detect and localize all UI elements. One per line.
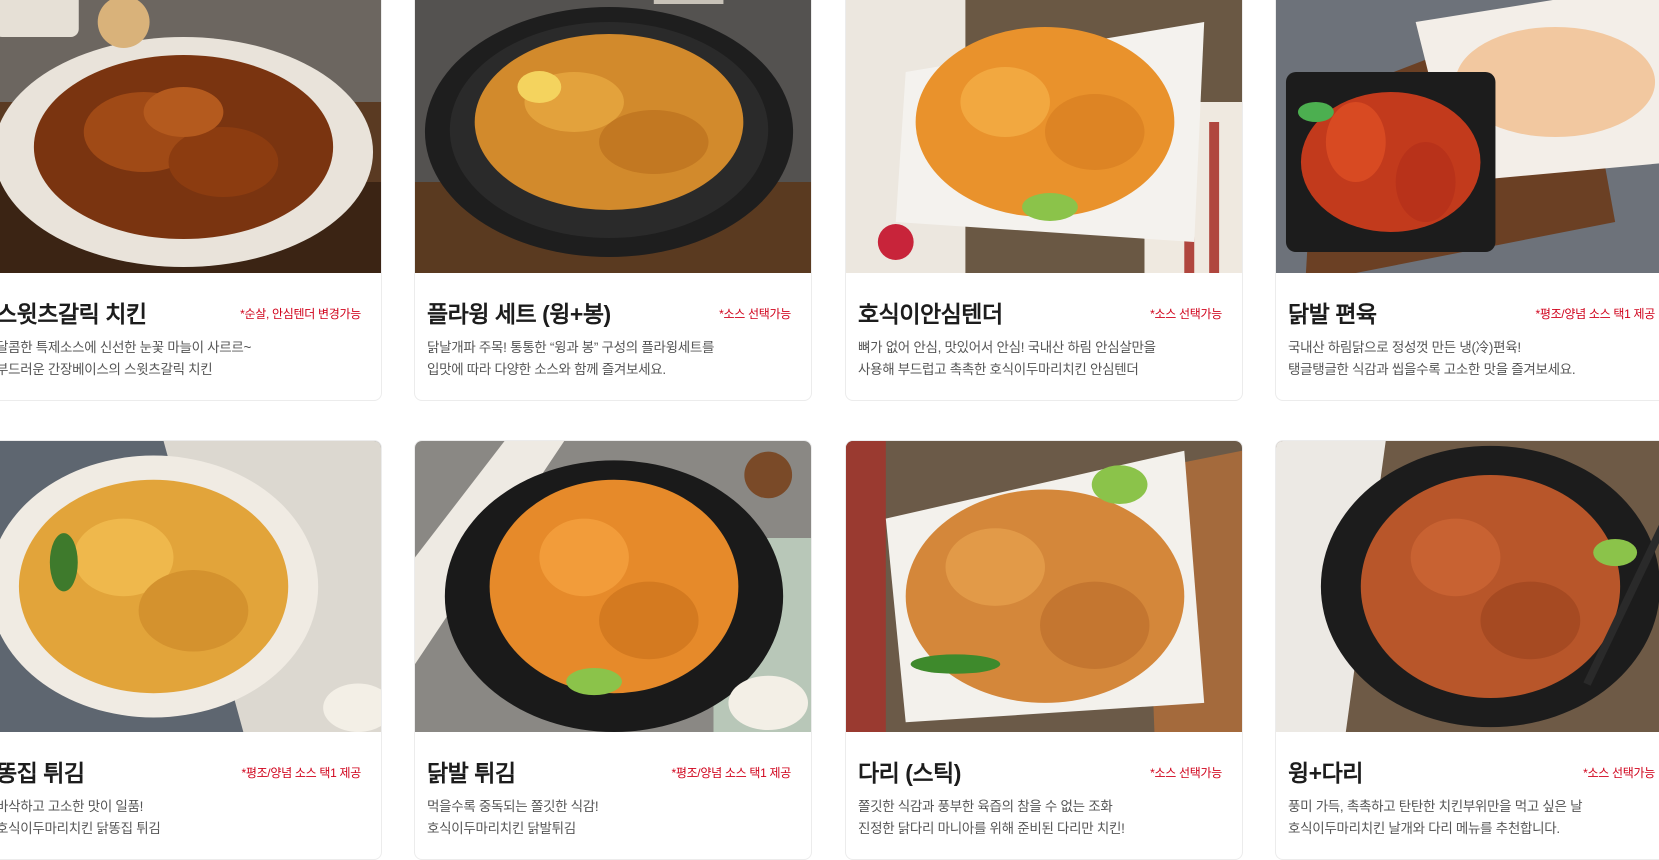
product-badge: *평조/양념 소스 택1 제공 [671, 766, 791, 780]
product-title: 다리 (스틱) [858, 760, 961, 786]
product-description: 풍미 가득, 촉촉하고 탄탄한 치킨부위만을 먹고 싶은 날 호식이두마리치킨 … [1288, 796, 1659, 840]
product-card-wing-set[interactable]: 플라윙 세트 (윙+봉) *소스 선택가능 닭날개파 주목! 통통한 “윙과 봉… [414, 0, 812, 401]
product-info: 똥집 튀김 *평조/양념 소스 택1 제공 바삭하고 고소한 맛이 일품! 호식… [0, 732, 381, 859]
product-card-drumstick[interactable]: 다리 (스틱) *소스 선택가능 쫄깃한 식감과 풍부한 육즙의 참을 수 없는… [845, 440, 1243, 860]
desc-line: 국내산 하림닭으로 정성껏 만든 냉(冷)편육! [1288, 340, 1521, 355]
desc-line: 뼈가 없어 안심, 맛있어서 안심! 국내산 하림 안심살만을 [858, 340, 1156, 355]
product-card-wing-leg[interactable]: 윙+다리 *소스 선택가능 풍미 가득, 촉촉하고 탄탄한 치킨부위만을 먹고 … [1275, 440, 1659, 860]
tender-photo[interactable] [846, 0, 1242, 273]
product-description: 먹을수록 중독되는 쫄깃한 식감! 호식이두마리치킨 닭발튀김 [427, 796, 795, 840]
drumstick-photo[interactable] [846, 441, 1242, 732]
product-info: 스윗츠갈릭 치킨 *순살, 안심텐더 변경가능 달콤한 특제소스에 신선한 눈꽃… [0, 273, 381, 400]
product-description: 바삭하고 고소한 맛이 일품! 호식이두마리치킨 닭똥집 튀김 [0, 796, 365, 840]
desc-line: 부드러운 간장베이스의 스윗츠갈릭 치킨 [0, 362, 213, 377]
product-badge: *소스 선택가능 [719, 307, 791, 321]
desc-line: 사용해 부드럽고 촉촉한 호식이두마리치킨 안심텐더 [858, 362, 1139, 377]
gizzard-photo[interactable] [0, 441, 381, 732]
product-title: 똥집 튀김 [0, 760, 85, 786]
product-badge: *순살, 안심텐더 변경가능 [240, 307, 361, 321]
wing-set-photo[interactable] [415, 0, 811, 273]
product-description: 달콤한 특제소스에 신선한 눈꽃 마늘이 사르르~ 부드러운 간장베이스의 스윗… [0, 337, 365, 381]
desc-line: 달콤한 특제소스에 신선한 눈꽃 마늘이 사르르~ [0, 340, 252, 355]
feet-pressed-meat-photo[interactable] [1276, 0, 1659, 273]
product-card-garlic-chicken[interactable]: 스윗츠갈릭 치킨 *순살, 안심텐더 변경가능 달콤한 특제소스에 신선한 눈꽃… [0, 0, 382, 401]
wing-leg-photo[interactable] [1276, 441, 1659, 732]
product-info: 다리 (스틱) *소스 선택가능 쫄깃한 식감과 풍부한 육즙의 참을 수 없는… [846, 732, 1242, 859]
product-description: 뼈가 없어 안심, 맛있어서 안심! 국내산 하림 안심살만을 사용해 부드럽고… [858, 337, 1226, 381]
desc-line: 호식이두마리치킨 닭똥집 튀김 [0, 821, 161, 836]
product-info: 닭발 편육 *평조/양념 소스 택1 제공 국내산 하림닭으로 정성껏 만든 냉… [1276, 273, 1659, 400]
desc-line: 쫄깃한 식감과 풍부한 육즙의 참을 수 없는 조화 [858, 799, 1113, 814]
product-card-feet-pressed-meat[interactable]: 닭발 편육 *평조/양념 소스 택1 제공 국내산 하림닭으로 정성껏 만든 냉… [1275, 0, 1659, 401]
desc-line: 먹을수록 중독되는 쫄깃한 식감! [427, 799, 599, 814]
product-badge: *평조/양념 소스 택1 제공 [241, 766, 361, 780]
product-badge: *소스 선택가능 [1583, 766, 1655, 780]
product-title: 닭발 튀김 [427, 760, 516, 786]
product-title: 윙+다리 [1288, 760, 1363, 786]
garlic-chicken-photo[interactable] [0, 0, 381, 273]
product-title: 스윗츠갈릭 치킨 [0, 301, 147, 327]
product-badge: *평조/양념 소스 택1 제공 [1535, 307, 1655, 321]
product-card-fried-feet[interactable]: 닭발 튀김 *평조/양념 소스 택1 제공 먹을수록 중독되는 쫄깃한 식감! … [414, 440, 812, 860]
fried-feet-photo[interactable] [415, 441, 811, 732]
desc-line: 풍미 가득, 촉촉하고 탄탄한 치킨부위만을 먹고 싶은 날 [1288, 799, 1583, 814]
product-info: 닭발 튀김 *평조/양념 소스 택1 제공 먹을수록 중독되는 쫄깃한 식감! … [415, 732, 811, 859]
product-badge: *소스 선택가능 [1150, 766, 1222, 780]
product-title: 호식이안심텐더 [858, 301, 1003, 327]
product-title: 닭발 편육 [1288, 301, 1377, 327]
product-badge: *소스 선택가능 [1150, 307, 1222, 321]
desc-line: 탱글탱글한 식감과 씹을수록 고소한 맛을 즐겨보세요. [1288, 362, 1576, 377]
product-card-gizzard[interactable]: 똥집 튀김 *평조/양념 소스 택1 제공 바삭하고 고소한 맛이 일품! 호식… [0, 440, 382, 860]
desc-line: 진정한 닭다리 마니아를 위해 준비된 다리만 치킨! [858, 821, 1125, 836]
product-title: 플라윙 세트 (윙+봉) [427, 301, 611, 327]
desc-line: 닭날개파 주목! 통통한 “윙과 봉” 구성의 플라윙세트를 [427, 340, 715, 355]
desc-line: 호식이두마리치킨 닭발튀김 [427, 821, 576, 836]
desc-line: 바삭하고 고소한 맛이 일품! [0, 799, 144, 814]
product-info: 윙+다리 *소스 선택가능 풍미 가득, 촉촉하고 탄탄한 치킨부위만을 먹고 … [1276, 732, 1659, 859]
product-description: 쫄깃한 식감과 풍부한 육즙의 참을 수 없는 조화 진정한 닭다리 마니아를 … [858, 796, 1226, 840]
product-card-tender[interactable]: 호식이안심텐더 *소스 선택가능 뼈가 없어 안심, 맛있어서 안심! 국내산 … [845, 0, 1243, 401]
product-info: 플라윙 세트 (윙+봉) *소스 선택가능 닭날개파 주목! 통통한 “윙과 봉… [415, 273, 811, 400]
desc-line: 호식이두마리치킨 날개와 다리 메뉴를 추천합니다. [1288, 821, 1560, 836]
product-info: 호식이안심텐더 *소스 선택가능 뼈가 없어 안심, 맛있어서 안심! 국내산 … [846, 273, 1242, 400]
product-description: 국내산 하림닭으로 정성껏 만든 냉(冷)편육! 탱글탱글한 식감과 씹을수록 … [1288, 337, 1659, 381]
product-description: 닭날개파 주목! 통통한 “윙과 봉” 구성의 플라윙세트를 입맛에 따라 다양… [427, 337, 795, 381]
desc-line: 입맛에 따라 다양한 소스와 함께 즐겨보세요. [427, 362, 666, 377]
